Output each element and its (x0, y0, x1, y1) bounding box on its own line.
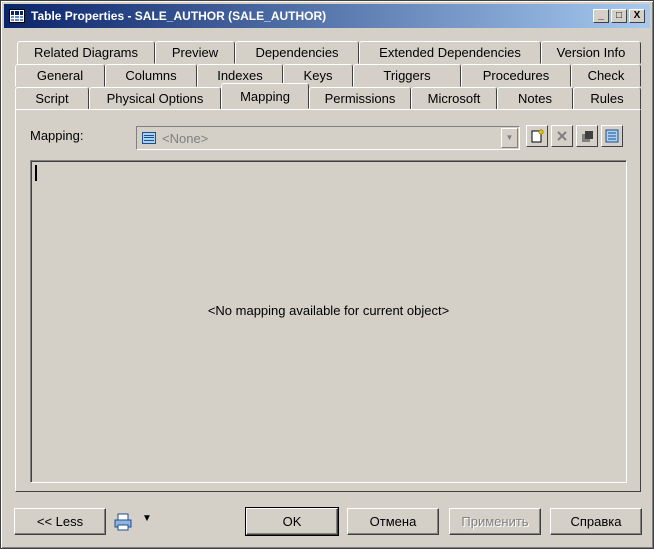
delete-icon (557, 131, 567, 141)
mapping-select-value: <None> (162, 130, 209, 146)
chevron-down-icon[interactable]: ▼ (142, 513, 152, 524)
tab-physical-options[interactable]: Physical Options (89, 87, 221, 110)
title-bar[interactable]: Table Properties - SALE_AUTHOR (SALE_AUT… (4, 4, 650, 28)
ok-button[interactable]: OK (245, 507, 339, 536)
mapping-label: Mapping: (30, 128, 84, 143)
mapping-select[interactable]: <None> ▼ (136, 126, 520, 150)
help-button[interactable]: Справка (550, 508, 642, 535)
new-mapping-button[interactable] (526, 125, 548, 147)
tab-version-info[interactable]: Version Info (541, 41, 641, 64)
tab-microsoft[interactable]: Microsoft (411, 87, 497, 110)
tab-mapping[interactable]: Mapping (221, 83, 309, 109)
tab-columns[interactable]: Columns (105, 64, 197, 87)
chevron-down-icon[interactable]: ▼ (501, 128, 518, 148)
table-properties-dialog: Table Properties - SALE_AUTHOR (SALE_AUT… (0, 0, 654, 549)
mapping-list-button[interactable] (601, 125, 623, 147)
tab-related-diagrams[interactable]: Related Diagrams (17, 41, 155, 64)
close-button[interactable]: X (629, 9, 645, 23)
delete-mapping-button[interactable] (551, 125, 573, 147)
apply-button[interactable]: Применить (449, 508, 541, 535)
tab-dependencies[interactable]: Dependencies (235, 41, 359, 64)
text-cursor (35, 165, 37, 181)
mapping-properties-button[interactable] (576, 125, 598, 147)
list-icon (142, 132, 156, 144)
table-icon (9, 9, 25, 23)
tab-extended-dependencies[interactable]: Extended Dependencies (359, 41, 541, 64)
tab-permissions[interactable]: Permissions (309, 87, 411, 110)
properties-icon (582, 131, 593, 142)
empty-mapping-message: <No mapping available for current object… (207, 303, 450, 318)
tab-procedures[interactable]: Procedures (461, 64, 571, 87)
new-document-icon (531, 129, 544, 143)
tab-triggers[interactable]: Triggers (353, 64, 461, 87)
maximize-button[interactable]: □ (611, 9, 627, 23)
list-view-icon (605, 129, 619, 143)
window-title: Table Properties - SALE_AUTHOR (SALE_AUT… (31, 9, 327, 23)
mapping-content-area[interactable]: <No mapping available for current object… (30, 160, 627, 483)
mapping-tab-panel: Mapping: <None> ▼ <No mapping available … (15, 109, 641, 492)
tab-script[interactable]: Script (15, 87, 89, 110)
tab-general[interactable]: General (15, 64, 105, 87)
tab-check[interactable]: Check (571, 64, 641, 87)
print-icon[interactable] (113, 512, 133, 532)
minimize-button[interactable]: _ (593, 9, 609, 23)
cancel-button[interactable]: Отмена (347, 508, 439, 535)
tab-rules[interactable]: Rules (573, 87, 641, 110)
less-button[interactable]: << Less (14, 508, 106, 535)
tab-notes[interactable]: Notes (497, 87, 573, 110)
tab-preview[interactable]: Preview (155, 41, 235, 64)
